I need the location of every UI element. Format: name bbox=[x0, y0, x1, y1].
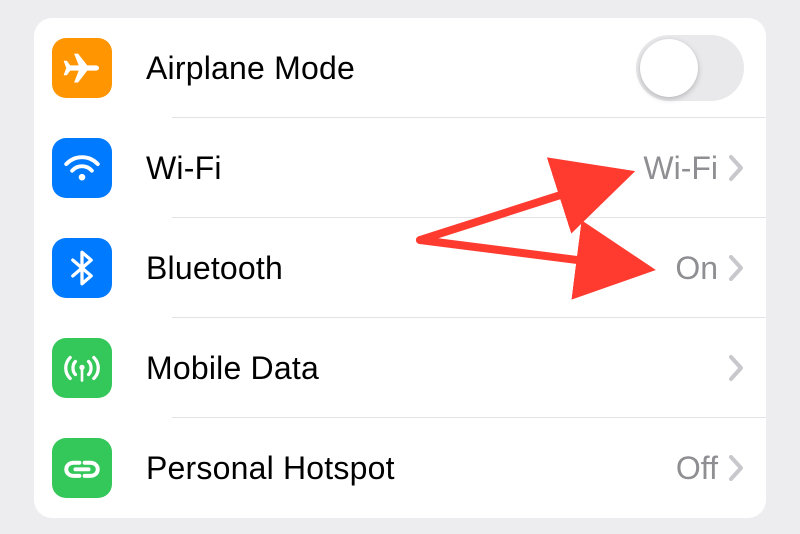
settings-row-wifi[interactable]: Wi-Fi Wi-Fi bbox=[34, 118, 766, 218]
chevron-right-icon bbox=[728, 454, 744, 482]
bluetooth-icon bbox=[52, 238, 112, 298]
airplane-mode-toggle[interactable] bbox=[636, 35, 744, 101]
wifi-value: Wi-Fi bbox=[643, 150, 718, 187]
mobile-data-label: Mobile Data bbox=[146, 350, 718, 387]
settings-row-personal-hotspot[interactable]: Personal Hotspot Off bbox=[34, 418, 766, 518]
chevron-right-icon bbox=[728, 354, 744, 382]
link-icon bbox=[52, 438, 112, 498]
toggle-knob bbox=[640, 39, 698, 97]
antenna-icon bbox=[52, 338, 112, 398]
settings-row-bluetooth[interactable]: Bluetooth On bbox=[34, 218, 766, 318]
settings-connectivity-panel: Airplane Mode Wi-Fi Wi-Fi Bluetooth On bbox=[34, 18, 766, 518]
bluetooth-value: On bbox=[675, 250, 718, 287]
settings-row-mobile-data[interactable]: Mobile Data bbox=[34, 318, 766, 418]
airplane-icon bbox=[52, 38, 112, 98]
settings-row-airplane-mode[interactable]: Airplane Mode bbox=[34, 18, 766, 118]
chevron-right-icon bbox=[728, 254, 744, 282]
wifi-label: Wi-Fi bbox=[146, 150, 643, 187]
personal-hotspot-value: Off bbox=[676, 450, 718, 487]
bluetooth-label: Bluetooth bbox=[146, 250, 675, 287]
wifi-icon bbox=[52, 138, 112, 198]
personal-hotspot-label: Personal Hotspot bbox=[146, 450, 676, 487]
chevron-right-icon bbox=[728, 154, 744, 182]
airplane-mode-label: Airplane Mode bbox=[146, 50, 636, 87]
